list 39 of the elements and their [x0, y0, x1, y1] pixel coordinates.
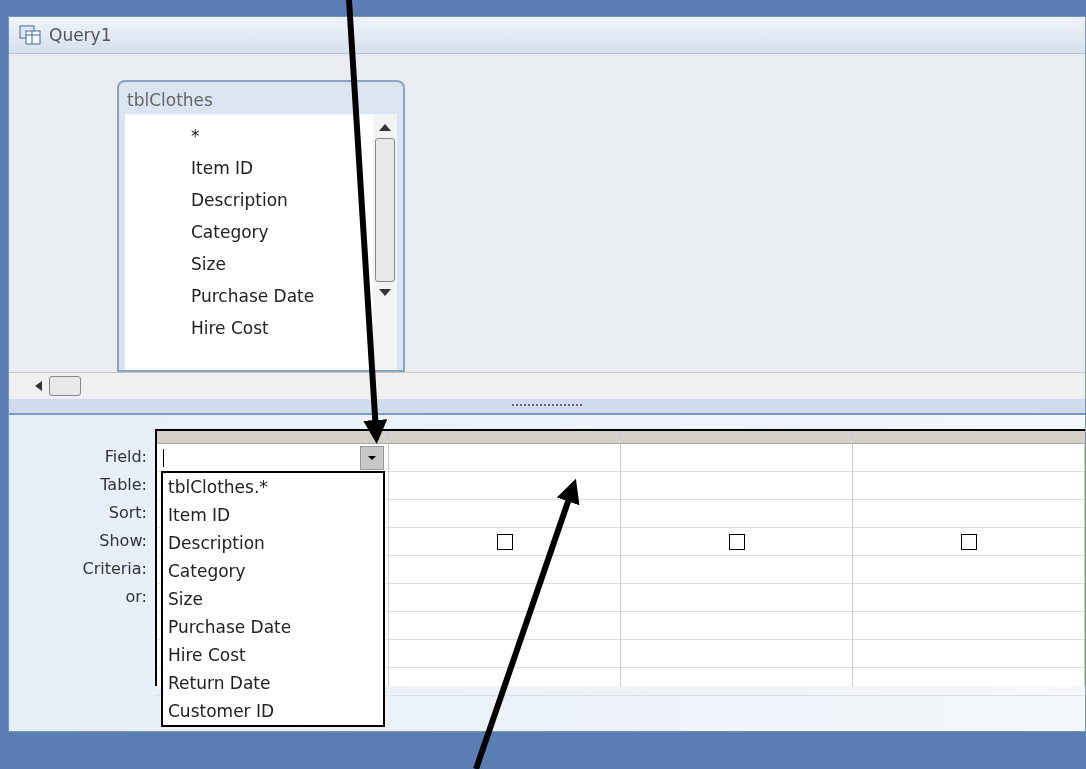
pane-splitter[interactable]	[9, 399, 1085, 415]
dropdown-option[interactable]: Customer ID	[163, 697, 383, 725]
scroll-thumb[interactable]	[375, 138, 395, 282]
horizontal-scrollbar[interactable]	[9, 372, 1085, 399]
row-label: Show:	[99, 530, 147, 552]
dropdown-option[interactable]: tblClothes.*	[163, 473, 383, 501]
field-list-item[interactable]: Item ID	[191, 152, 373, 184]
scroll-up-icon[interactable]	[378, 122, 392, 132]
caret-icon	[367, 454, 377, 461]
query-icon	[19, 25, 41, 45]
dropdown-option[interactable]: Category	[163, 557, 383, 585]
field-list-item[interactable]: *	[191, 120, 373, 152]
scroll-left-icon[interactable]	[33, 380, 43, 392]
scroll-thumb[interactable]	[49, 376, 81, 396]
vertical-scrollbar[interactable]	[373, 114, 397, 370]
dropdown-option[interactable]: Size	[163, 585, 383, 613]
field-list-item[interactable]: Category	[191, 216, 373, 248]
show-checkbox[interactable]	[728, 533, 745, 550]
show-checkbox[interactable]	[960, 533, 977, 550]
row-label: Table:	[100, 474, 147, 496]
field-list-item[interactable]: Size	[191, 248, 373, 280]
row-label: Criteria:	[82, 558, 147, 580]
field-list-item[interactable]: Description	[191, 184, 373, 216]
show-checkbox[interactable]	[496, 533, 513, 550]
column-selector[interactable]	[157, 431, 388, 444]
dropdown-option[interactable]: Hire Cost	[163, 641, 383, 669]
dropdown-button[interactable]	[360, 445, 384, 470]
row-label: Field:	[104, 446, 147, 468]
row-label: Sort:	[108, 502, 147, 524]
table-title: tblClothes	[126, 89, 214, 112]
dropdown-option[interactable]: Item ID	[163, 501, 383, 529]
dropdown-option[interactable]: Purchase Date	[163, 613, 383, 641]
row-label: or:	[125, 586, 147, 608]
field-list-item[interactable]: Purchase Date	[191, 280, 373, 312]
window-title: Query1	[49, 25, 112, 45]
scroll-down-icon[interactable]	[378, 288, 392, 298]
dropdown-option[interactable]: Return Date	[163, 669, 383, 697]
field-list-item[interactable]: Hire Cost	[191, 312, 373, 344]
dropdown-option[interactable]: Description	[163, 529, 383, 557]
